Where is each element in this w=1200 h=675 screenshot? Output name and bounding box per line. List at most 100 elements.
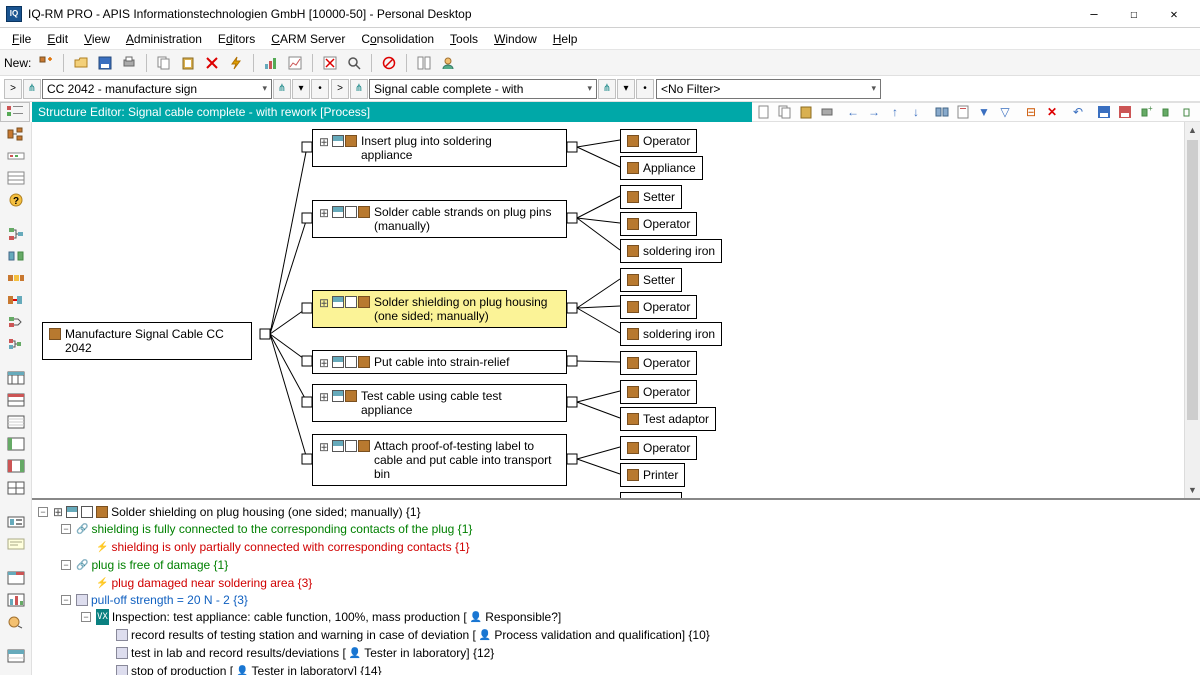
sb-7[interactable]: [3, 268, 29, 288]
et-report[interactable]: [953, 103, 973, 121]
process-step-node[interactable]: ⊞Put cable into strain-relief: [312, 350, 567, 374]
menu-view[interactable]: View: [76, 30, 118, 48]
process-step-node[interactable]: ⊞Solder shielding on plug housing (one s…: [312, 290, 567, 328]
menu-administration[interactable]: Administration: [118, 30, 210, 48]
sb-16[interactable]: [3, 478, 29, 498]
resource-node[interactable]: Appliance: [620, 156, 703, 180]
tb-paste[interactable]: [177, 53, 199, 73]
tb-layout[interactable]: [413, 53, 435, 73]
tree-line[interactable]: stop of production [ Tester in laborator…: [38, 662, 1194, 675]
resource-node[interactable]: Setter: [620, 185, 682, 209]
process-step-node[interactable]: ⊞Test cable using cable test appliance: [312, 384, 567, 422]
expander-icon[interactable]: −: [81, 612, 91, 622]
et-save[interactable]: [1094, 103, 1114, 121]
et-undo[interactable]: ↶: [1068, 103, 1088, 121]
tree-line[interactable]: test in lab and record results/deviation…: [38, 644, 1194, 662]
tb-open[interactable]: [70, 53, 92, 73]
tree-line[interactable]: −VXInspection: test appliance: cable fun…: [38, 608, 1194, 626]
nav2-dd[interactable]: ▾: [617, 79, 635, 99]
sb-18[interactable]: [3, 534, 29, 554]
tree-line[interactable]: −plug is free of damage {1}: [38, 556, 1194, 574]
tb-delete[interactable]: [201, 53, 223, 73]
nav1-tree-icon[interactable]: ⋔: [273, 79, 291, 99]
resource-node[interactable]: Setter: [620, 268, 682, 292]
process-step-node[interactable]: ⊞Attach proof-of-testing label to cable …: [312, 434, 567, 486]
diagram-scrollbar[interactable]: ▲ ▼: [1184, 122, 1200, 498]
sb-21[interactable]: [3, 612, 29, 632]
tree-root-line[interactable]: − ⊞ Solder shielding on plug housing (on…: [38, 504, 1194, 520]
et-up[interactable]: ↑: [885, 103, 905, 121]
expander-icon[interactable]: −: [61, 524, 71, 534]
tree-line[interactable]: −shielding is fully connected to the cor…: [38, 520, 1194, 538]
nav1-more[interactable]: •: [311, 79, 329, 99]
sb-19[interactable]: [3, 568, 29, 588]
resource-node[interactable]: Printer: [620, 463, 685, 487]
tree-line[interactable]: shielding is only partially connected wi…: [38, 538, 1194, 556]
et-save2[interactable]: [1115, 103, 1135, 121]
et-ins1[interactable]: +: [1136, 103, 1156, 121]
structure-diagram[interactable]: Manufacture Signal Cable CC 2042 ▲ ▼ ⊞In…: [32, 122, 1200, 500]
sb-17[interactable]: [3, 512, 29, 532]
sb-8[interactable]: [3, 290, 29, 310]
sb-9[interactable]: [3, 312, 29, 332]
tree-line[interactable]: plug damaged near soldering area {3}: [38, 574, 1194, 592]
process-step-node[interactable]: ⊞Solder cable strands on plug pins (manu…: [312, 200, 567, 238]
et-ins3[interactable]: [1178, 103, 1198, 121]
et-paste[interactable]: [796, 103, 816, 121]
et-filter[interactable]: ▼: [974, 103, 994, 121]
et-copy[interactable]: [775, 103, 795, 121]
resource-node[interactable]: soldering iron: [620, 239, 722, 263]
et-sync[interactable]: [932, 103, 952, 121]
tb-bolt[interactable]: [225, 53, 247, 73]
et-right[interactable]: →: [864, 103, 884, 121]
et-filter2[interactable]: ▽: [995, 103, 1015, 121]
combo-structure[interactable]: CC 2042 - manufacture sign▾: [42, 79, 272, 99]
combo-variant[interactable]: Signal cable complete - with▾: [369, 79, 597, 99]
expander-icon[interactable]: −: [38, 507, 48, 517]
et-ins2[interactable]: [1157, 103, 1177, 121]
tb-print[interactable]: [118, 53, 140, 73]
sb-22[interactable]: [3, 646, 29, 666]
nav2-more[interactable]: •: [636, 79, 654, 99]
resource-node[interactable]: Operator: [620, 436, 697, 460]
sb-4[interactable]: ?: [3, 190, 29, 210]
tb-save[interactable]: [94, 53, 116, 73]
et-print[interactable]: [817, 103, 837, 121]
et-new[interactable]: [754, 103, 774, 121]
expander-icon[interactable]: −: [61, 560, 71, 570]
menu-window[interactable]: Window: [486, 30, 545, 48]
tree-line[interactable]: record results of testing station and wa…: [38, 626, 1194, 644]
menu-file[interactable]: File: [4, 30, 39, 48]
tb-user[interactable]: [437, 53, 459, 73]
tree-line[interactable]: −pull-off strength = 20 N - 2 {3}: [38, 592, 1194, 608]
nav1-dd[interactable]: ▾: [292, 79, 310, 99]
menu-consolidation[interactable]: Consolidation: [353, 30, 442, 48]
sb-2[interactable]: [3, 146, 29, 166]
resource-node[interactable]: Operator: [620, 212, 697, 236]
process-step-node[interactable]: ⊞Insert plug into soldering appliance: [312, 129, 567, 167]
sb-20[interactable]: [3, 590, 29, 610]
nav2-struct-icon[interactable]: ⋔: [350, 79, 368, 99]
sb-1[interactable]: [3, 124, 29, 144]
sb-14[interactable]: [3, 434, 29, 454]
resource-node[interactable]: Operator: [620, 351, 697, 375]
sb-3[interactable]: [3, 168, 29, 188]
resource-node[interactable]: Setter: [620, 492, 682, 500]
menu-tools[interactable]: Tools: [442, 30, 486, 48]
tb-no-entry[interactable]: [378, 53, 400, 73]
expander-icon[interactable]: −: [61, 595, 71, 605]
tb-search[interactable]: [343, 53, 365, 73]
sb-10[interactable]: [3, 334, 29, 354]
resource-node[interactable]: soldering iron: [620, 322, 722, 346]
resource-node[interactable]: Operator: [620, 129, 697, 153]
tb-new-struct[interactable]: [35, 53, 57, 73]
nav2-go[interactable]: >: [331, 79, 349, 99]
minimize-button[interactable]: —: [1074, 1, 1114, 27]
nav1-struct-icon[interactable]: ⋔: [23, 79, 41, 99]
node-root[interactable]: Manufacture Signal Cable CC 2042: [42, 322, 252, 360]
close-button[interactable]: ✕: [1154, 1, 1194, 27]
tb-chart1[interactable]: [260, 53, 282, 73]
menu-carm-server[interactable]: CARM Server: [263, 30, 353, 48]
menu-edit[interactable]: Edit: [39, 30, 76, 48]
menu-help[interactable]: Help: [545, 30, 586, 48]
